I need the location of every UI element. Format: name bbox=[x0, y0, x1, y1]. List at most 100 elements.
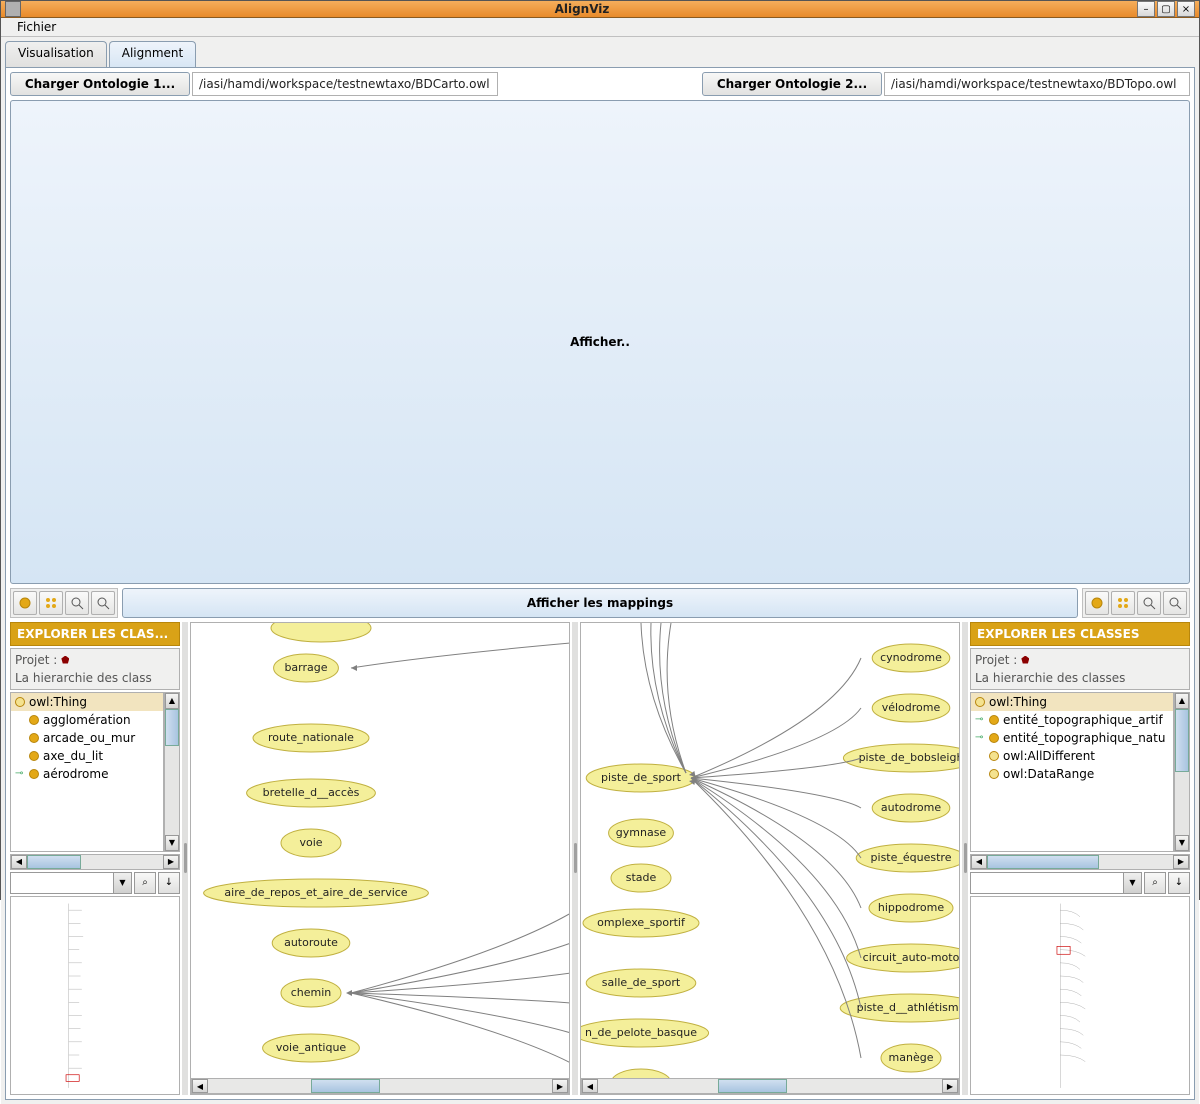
splitter[interactable] bbox=[182, 622, 188, 1096]
afficher-mappings-button[interactable]: Afficher les mappings bbox=[122, 588, 1078, 618]
load-ontology2-button[interactable]: Charger Ontologie 2... bbox=[702, 72, 882, 96]
bullet-icon bbox=[29, 751, 39, 761]
app-icon bbox=[5, 1, 21, 17]
hierarchy-label: La hierarchie des classes bbox=[975, 671, 1185, 685]
toolbar-left bbox=[10, 588, 118, 618]
action-icon[interactable]: ↓ bbox=[158, 872, 180, 894]
expand-icon[interactable]: ⊸ bbox=[15, 768, 25, 779]
grid-tool-icon[interactable] bbox=[39, 591, 63, 615]
svg-text:chemin: chemin bbox=[291, 986, 332, 999]
vscroll[interactable]: ▲▼ bbox=[1174, 692, 1190, 852]
bullet-icon bbox=[29, 733, 39, 743]
tree-right[interactable]: owl:Thing ⊸entité_topographique_artif ⊸e… bbox=[970, 692, 1174, 852]
graph-left[interactable]: barrage route_nationale bretelle_d__accèsv… bbox=[190, 622, 570, 1096]
tabs: Visualisation Alignment bbox=[5, 41, 1195, 67]
grid-tool-icon[interactable] bbox=[1111, 591, 1135, 615]
expand-icon[interactable]: ⊸ bbox=[975, 714, 985, 725]
minimize-button[interactable]: – bbox=[1137, 1, 1155, 17]
menubar: Fichier bbox=[1, 18, 1199, 37]
graph-canvas-left[interactable]: barrage route_nationale bretelle_d__accèsv… bbox=[191, 623, 569, 1079]
circle-tool-icon[interactable] bbox=[1085, 591, 1109, 615]
tree-left[interactable]: owl:Thing agglomération arcade_ou_mur ax… bbox=[10, 692, 164, 852]
svg-text:route_nationale: route_nationale bbox=[268, 731, 354, 744]
hscroll[interactable]: ◀▶ bbox=[10, 854, 180, 870]
titlebar: AlignViz – ▢ × bbox=[1, 1, 1199, 18]
svg-text:vélodrome: vélodrome bbox=[882, 701, 941, 714]
bullet-icon bbox=[29, 769, 39, 779]
zoom-out-icon[interactable] bbox=[1163, 591, 1187, 615]
svg-text:piste_équestre: piste_équestre bbox=[871, 851, 952, 864]
tree-item: arcade_ou_mur bbox=[11, 729, 163, 747]
bullet-icon bbox=[989, 751, 999, 761]
right-sidepane: EXPLORER LES CLASSES Projet : La hierarc… bbox=[970, 622, 1190, 1096]
explorer-body-right: Projet : La hierarchie des classes bbox=[970, 648, 1190, 690]
svg-text:stade: stade bbox=[626, 871, 657, 884]
svg-text:golf: golf bbox=[631, 1076, 653, 1079]
dropdown-icon: ▼ bbox=[1123, 873, 1141, 893]
svg-text:barrage: barrage bbox=[284, 661, 327, 674]
svg-text:piste_de_bobsleigh: piste_de_bobsleigh bbox=[859, 751, 959, 764]
explorer-header-left: EXPLORER LES CLAS... bbox=[10, 622, 180, 646]
dropdown-icon: ▼ bbox=[113, 873, 131, 893]
hierarchy-label: La hierarchie des class bbox=[15, 671, 175, 685]
svg-text:omplexe_sportif: omplexe_sportif bbox=[597, 916, 686, 929]
projet-label: Projet : bbox=[975, 653, 1017, 667]
load-ontology1-button[interactable]: Charger Ontologie 1... bbox=[10, 72, 190, 96]
tab-visualisation[interactable]: Visualisation bbox=[5, 41, 107, 67]
toolbar-right bbox=[1082, 588, 1190, 618]
circle-tool-icon[interactable] bbox=[13, 591, 37, 615]
projet-label: Projet : bbox=[15, 653, 57, 667]
close-button[interactable]: × bbox=[1177, 1, 1195, 17]
ontology1-path[interactable]: /iasi/hamdi/workspace/testnewtaxo/BDCart… bbox=[192, 72, 498, 96]
explorer-header-right: EXPLORER LES CLASSES bbox=[970, 622, 1190, 646]
hscroll[interactable]: ◀▶ bbox=[581, 1078, 959, 1094]
projet-icon bbox=[61, 656, 69, 664]
bullet-icon bbox=[989, 733, 999, 743]
expand-icon[interactable]: ⊸ bbox=[975, 732, 985, 743]
thumbnail-left[interactable] bbox=[10, 896, 180, 1096]
hscroll[interactable]: ◀▶ bbox=[970, 854, 1190, 870]
tree-item: ⊸aérodrome bbox=[11, 765, 163, 783]
bullet-icon bbox=[989, 769, 999, 779]
projet-icon bbox=[1021, 656, 1029, 664]
svg-text:gymnase: gymnase bbox=[616, 826, 667, 839]
graph-canvas-right[interactable]: piste_de_sportgymnasestadeomplexe_sporti… bbox=[581, 623, 959, 1079]
bullet-icon bbox=[15, 697, 25, 707]
left-sidepane: EXPLORER LES CLAS... Projet : La hierarc… bbox=[10, 622, 180, 1096]
tree-item: ⊸entité_topographique_artif bbox=[971, 711, 1173, 729]
combo-right[interactable]: ▼ bbox=[970, 872, 1142, 894]
load-row: Charger Ontologie 1... /iasi/hamdi/works… bbox=[10, 72, 1190, 96]
thumbnail-right[interactable] bbox=[970, 896, 1190, 1096]
binoculars-icon[interactable]: ⌕ bbox=[1144, 872, 1166, 894]
graph-right[interactable]: piste_de_sportgymnasestadeomplexe_sporti… bbox=[580, 622, 960, 1096]
splitter[interactable] bbox=[962, 622, 968, 1096]
panes: EXPLORER LES CLAS... Projet : La hierarc… bbox=[10, 622, 1190, 1096]
vscroll[interactable]: ▲▼ bbox=[164, 692, 180, 852]
svg-text:autodrome: autodrome bbox=[881, 801, 941, 814]
bullet-icon bbox=[975, 697, 985, 707]
tab-alignment[interactable]: Alignment bbox=[109, 41, 196, 67]
content: Visualisation Alignment Charger Ontologi… bbox=[1, 37, 1199, 1104]
hscroll[interactable]: ◀▶ bbox=[191, 1078, 569, 1094]
svg-text:bretelle_d__accès: bretelle_d__accès bbox=[263, 786, 360, 799]
menu-file[interactable]: Fichier bbox=[9, 18, 64, 36]
zoom-in-icon[interactable] bbox=[1137, 591, 1161, 615]
combo-left[interactable]: ▼ bbox=[10, 872, 132, 894]
action-icon[interactable]: ↓ bbox=[1168, 872, 1190, 894]
tree-root: owl:Thing bbox=[971, 693, 1173, 711]
svg-text:manège: manège bbox=[889, 1051, 934, 1064]
svg-text:voie_antique: voie_antique bbox=[276, 1041, 347, 1054]
binoculars-icon[interactable]: ⌕ bbox=[134, 872, 156, 894]
svg-text:aire_de_repos_et_aire_de_servi: aire_de_repos_et_aire_de_service bbox=[224, 886, 407, 899]
splitter[interactable] bbox=[572, 622, 578, 1096]
bullet-icon bbox=[29, 715, 39, 725]
svg-text:autoroute: autoroute bbox=[284, 936, 338, 949]
zoom-out-icon[interactable] bbox=[91, 591, 115, 615]
centerpane: barrageroute_nationalebretelle_d__accèsv… bbox=[190, 622, 960, 1096]
zoom-in-icon[interactable] bbox=[65, 591, 89, 615]
afficher-button[interactable]: Afficher.. bbox=[10, 100, 1190, 584]
combo-row-left: ▼ ⌕ ↓ bbox=[10, 872, 180, 894]
ontology2-path[interactable]: /iasi/hamdi/workspace/testnewtaxo/BDTopo… bbox=[884, 72, 1190, 96]
maximize-button[interactable]: ▢ bbox=[1157, 1, 1175, 17]
svg-text:voie: voie bbox=[299, 836, 322, 849]
